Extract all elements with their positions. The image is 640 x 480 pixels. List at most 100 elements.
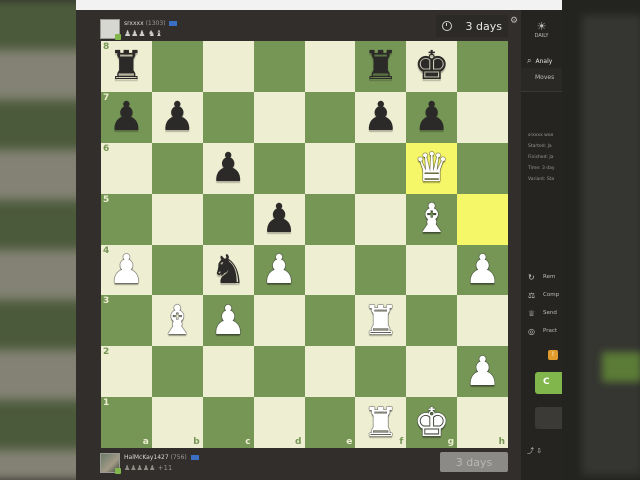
white-bishop-icon[interactable]: ♝ xyxy=(159,301,195,341)
square-e7[interactable] xyxy=(304,91,356,143)
action-target[interactable]: ◎ Pract xyxy=(528,322,559,340)
square-h2[interactable]: ♟ xyxy=(457,346,508,398)
white-rook-icon[interactable]: ♜ xyxy=(363,301,399,341)
square-g1[interactable]: g ♚ xyxy=(406,397,458,448)
square-b7[interactable]: ♟ xyxy=(151,91,203,143)
square-b3[interactable]: ♝ xyxy=(151,295,203,347)
black-pawn-icon[interactable]: ♟ xyxy=(210,148,246,188)
action-compare[interactable]: ⚖ Comp xyxy=(528,286,559,304)
square-f8[interactable]: ♜ xyxy=(355,41,407,92)
square-h4[interactable]: ♟ xyxy=(457,244,508,296)
black-rook-icon[interactable]: ♜ xyxy=(363,46,399,86)
square-b6[interactable] xyxy=(151,142,203,194)
top-player-avatar[interactable] xyxy=(100,19,121,40)
white-queen-icon[interactable]: ♛ xyxy=(414,148,450,188)
square-d2[interactable] xyxy=(253,346,305,398)
white-pawn-icon[interactable]: ♟ xyxy=(210,301,246,341)
black-pawn-icon[interactable]: ♟ xyxy=(109,97,145,137)
square-d4[interactable]: ♟ xyxy=(253,244,305,296)
black-pawn-icon[interactable]: ♟ xyxy=(261,199,297,239)
black-pawn-icon[interactable]: ♟ xyxy=(363,97,399,137)
square-a2[interactable]: 2 xyxy=(101,346,152,398)
square-c5[interactable] xyxy=(202,193,254,245)
chess-board[interactable]: 8 ♜ ♜ ♚ 7 ♟ ♟ ♟ ♟ 6 ♟ ♛ 5 ♟ ♝ 4 ♟ ♞ ♟ ♟ 3 ♝ ♟ ♜ 2 ♟ 1 a b c d e f ♜ g ♚ h xyxy=(101,41,508,448)
square-g6[interactable]: ♛ xyxy=(406,142,458,194)
black-rook-icon[interactable]: ♜ xyxy=(109,46,145,86)
square-d3[interactable] xyxy=(253,295,305,347)
bottom-player-name[interactable]: HalMcKay1427 xyxy=(124,454,169,461)
square-c3[interactable]: ♟ xyxy=(202,295,254,347)
square-e4[interactable] xyxy=(304,244,356,296)
square-c6[interactable]: ♟ xyxy=(202,142,254,194)
square-f1[interactable]: f ♜ xyxy=(355,397,407,448)
square-h1[interactable]: h xyxy=(457,397,508,448)
square-g5[interactable]: ♝ xyxy=(406,193,458,245)
white-bishop-icon[interactable]: ♝ xyxy=(414,199,450,239)
square-g2[interactable] xyxy=(406,346,458,398)
square-f2[interactable] xyxy=(355,346,407,398)
daily-tab[interactable]: ☀ DAILY xyxy=(521,20,562,46)
analysis-button[interactable]: ⌕ Analy xyxy=(527,56,552,66)
square-b1[interactable]: b xyxy=(151,397,203,448)
square-g8[interactable]: ♚ xyxy=(406,41,458,92)
square-g3[interactable] xyxy=(406,295,458,347)
square-f5[interactable] xyxy=(355,193,407,245)
white-rook-icon[interactable]: ♜ xyxy=(363,403,399,443)
square-f6[interactable] xyxy=(355,142,407,194)
square-g4[interactable] xyxy=(406,244,458,296)
square-c1[interactable]: c xyxy=(202,397,254,448)
gear-icon[interactable]: ⚙ xyxy=(510,16,518,26)
square-f3[interactable]: ♜ xyxy=(355,295,407,347)
square-d5[interactable]: ♟ xyxy=(253,193,305,245)
square-e1[interactable]: e xyxy=(304,397,356,448)
square-a1[interactable]: 1a xyxy=(101,397,152,448)
square-f4[interactable] xyxy=(355,244,407,296)
square-h7[interactable] xyxy=(457,91,508,143)
square-e8[interactable] xyxy=(304,41,356,92)
square-a3[interactable]: 3 xyxy=(101,295,152,347)
square-e5[interactable] xyxy=(304,193,356,245)
white-king-icon[interactable]: ♚ xyxy=(414,403,450,443)
square-d1[interactable]: d xyxy=(253,397,305,448)
square-c8[interactable] xyxy=(202,41,254,92)
white-pawn-icon[interactable]: ♟ xyxy=(465,250,501,290)
action-trophy[interactable]: ♕ Send xyxy=(528,304,559,322)
square-d8[interactable] xyxy=(253,41,305,92)
square-e2[interactable] xyxy=(304,346,356,398)
black-pawn-icon[interactable]: ♟ xyxy=(159,97,195,137)
square-h3[interactable] xyxy=(457,295,508,347)
square-e3[interactable] xyxy=(304,295,356,347)
square-a7[interactable]: 7 ♟ xyxy=(101,91,152,143)
square-b4[interactable] xyxy=(151,244,203,296)
white-pawn-icon[interactable]: ♟ xyxy=(261,250,297,290)
square-a6[interactable]: 6 xyxy=(101,142,152,194)
square-a8[interactable]: 8 ♜ xyxy=(101,41,152,92)
square-b8[interactable] xyxy=(151,41,203,92)
top-player-name[interactable]: srxxxx xyxy=(124,20,144,27)
square-f7[interactable]: ♟ xyxy=(355,91,407,143)
bottom-player-avatar[interactable] xyxy=(100,453,121,474)
square-b2[interactable] xyxy=(151,346,203,398)
black-pawn-icon[interactable]: ♟ xyxy=(414,97,450,137)
tab-moves[interactable]: Moves xyxy=(521,68,562,92)
square-h8[interactable] xyxy=(457,41,508,92)
secondary-action-button[interactable] xyxy=(535,407,562,429)
square-a4[interactable]: 4 ♟ xyxy=(101,244,152,296)
square-g7[interactable]: ♟ xyxy=(406,91,458,143)
white-pawn-icon[interactable]: ♟ xyxy=(109,250,145,290)
black-knight-icon[interactable]: ♞ xyxy=(210,250,246,290)
primary-action-button[interactable]: C xyxy=(535,372,562,394)
share-icon[interactable]: ⤴ ⇩ xyxy=(527,446,542,456)
square-d7[interactable] xyxy=(253,91,305,143)
square-h6[interactable] xyxy=(457,142,508,194)
white-pawn-icon[interactable]: ♟ xyxy=(465,352,501,392)
square-d6[interactable] xyxy=(253,142,305,194)
square-h5[interactable] xyxy=(457,193,508,245)
action-rematch[interactable]: ↻ Rem xyxy=(528,268,559,286)
black-king-icon[interactable]: ♚ xyxy=(414,46,450,86)
square-a5[interactable]: 5 xyxy=(101,193,152,245)
square-e6[interactable] xyxy=(304,142,356,194)
square-b5[interactable] xyxy=(151,193,203,245)
square-c4[interactable]: ♞ xyxy=(202,244,254,296)
square-c7[interactable] xyxy=(202,91,254,143)
